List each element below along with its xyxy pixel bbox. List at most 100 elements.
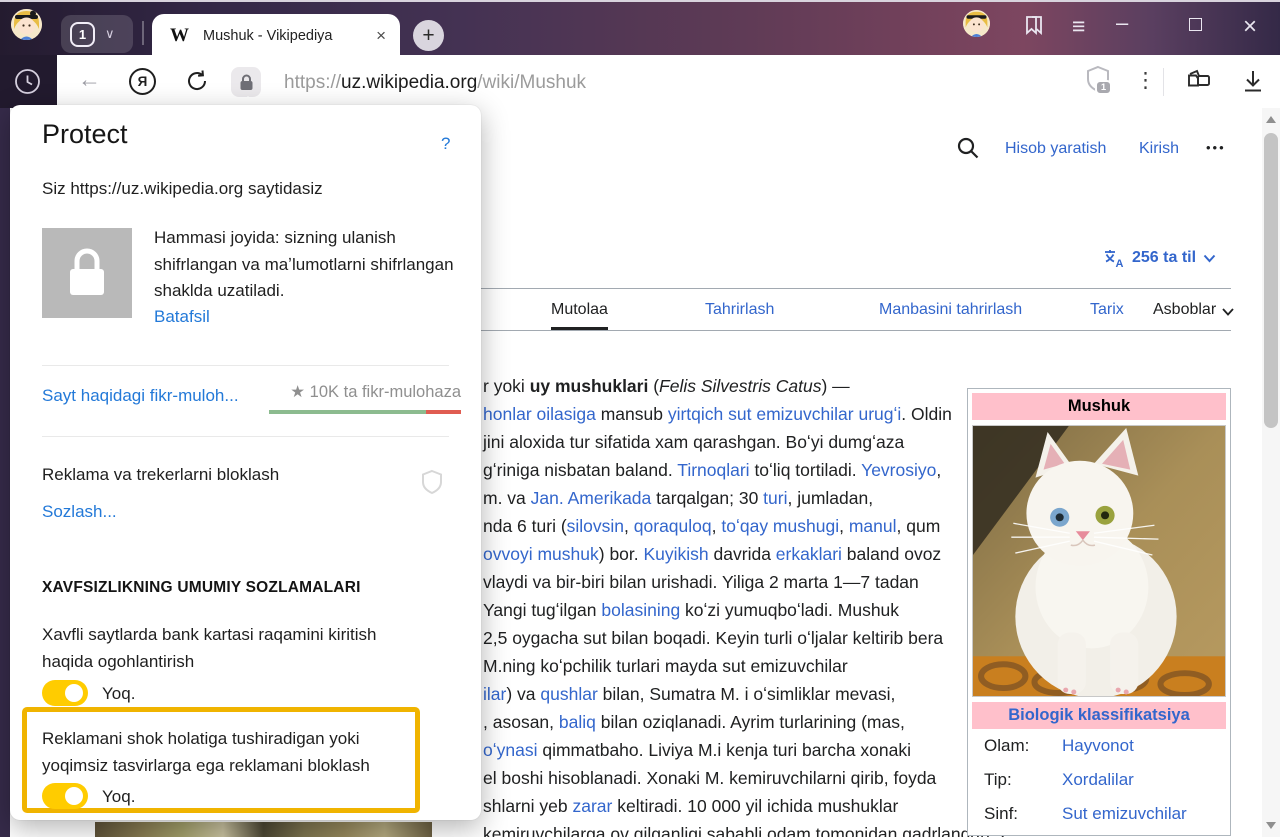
toolbar-more-icon[interactable]: ⋮ (1135, 68, 1156, 93)
article-line: , asosan, baliq bilan oziqlanadi. Ayrim … (483, 708, 1010, 736)
article-link[interactable]: silovsin (567, 516, 624, 536)
article-text: ) va (506, 684, 540, 704)
bankcard-toggle[interactable] (42, 680, 88, 706)
bankcard-setting-label: Xavfli saytlarda bank kartasi raqamini k… (42, 621, 376, 675)
back-icon[interactable]: ← (78, 66, 101, 93)
article-link[interactable]: qushlar (540, 684, 597, 704)
login-link[interactable]: Kirish (1139, 140, 1179, 158)
article-link[interactable]: zarar (573, 796, 613, 816)
details-link[interactable]: Batafsil (154, 307, 210, 327)
site-feedback-link[interactable]: Sayt haqidagi fikr-muloh... (42, 386, 239, 406)
tab-tools[interactable]: Asboblar (1153, 301, 1216, 319)
scroll-up-arrow-icon[interactable] (1266, 116, 1276, 123)
article-text: qimmatbaho. Liviya M.i kenja turi barcha… (537, 740, 911, 760)
shockads-toggle[interactable] (42, 783, 88, 809)
article-line: jini aloxida tur sifatida xam qarashgan.… (483, 428, 1010, 456)
adblock-shield-icon (420, 469, 444, 495)
article-line: r yoki uy mushuklari (Felis Silvestris C… (483, 372, 1010, 400)
article-line: M.ning koʻpchilik turlari mayda sut emiz… (483, 652, 1010, 680)
article-line: nda 6 turi (silovsin, qoraquloq, toʻqay … (483, 512, 1010, 540)
article-text: , qum (897, 516, 941, 536)
scrollbar-thumb[interactable] (1264, 133, 1278, 428)
tax-value-link[interactable]: Hayvonot (1062, 736, 1134, 756)
language-selector[interactable]: A 256 ta til (1103, 248, 1216, 268)
rating-negative-bar (426, 410, 461, 414)
site-lock-icon[interactable] (231, 67, 261, 97)
profile-avatar[interactable] (11, 9, 42, 40)
article-text: baland ovoz (842, 544, 941, 564)
chevron-down-icon[interactable]: ∨ (105, 26, 115, 42)
tabstrip-divider (142, 21, 144, 45)
address-url[interactable]: https://uz.wikipedia.org/wiki/Mushuk (284, 72, 586, 94)
refresh-icon[interactable] (184, 68, 210, 99)
tax-value-link[interactable]: Xordalilar (1062, 770, 1134, 790)
article-text: uy mushuklari (530, 376, 649, 396)
article-link[interactable]: ilar (483, 684, 506, 704)
cat-photo (972, 425, 1226, 697)
article-link[interactable]: manul (849, 516, 897, 536)
article-link[interactable]: honlar oilasiga (483, 404, 596, 424)
article-link[interactable]: Jan. Amerikada (531, 488, 652, 508)
article-link[interactable]: bolasining (601, 600, 680, 620)
article-text: M.ning koʻpchilik turlari mayda sut emiz… (483, 656, 848, 676)
tab-read[interactable]: Mutolaa (551, 301, 608, 319)
article-text: davrida (709, 544, 776, 564)
article-link[interactable]: yirtqich sut emizuvchilar urugʻi (668, 404, 901, 424)
maximize-button[interactable] (1189, 18, 1202, 31)
article-text: , (936, 460, 941, 480)
chevron-down-icon[interactable] (1222, 308, 1234, 316)
article-text: toʻliq tortiladi. (750, 460, 862, 480)
collections-icon[interactable] (1185, 67, 1213, 100)
active-tab[interactable]: W Mushuk - Vikipediya × (152, 14, 400, 57)
article-link[interactable]: baliq (559, 712, 596, 732)
adblock-configure-link[interactable]: Sozlash... (42, 502, 117, 522)
lock-icon (65, 247, 109, 299)
article-text: r yoki (483, 376, 530, 396)
tab-counter[interactable]: 1 ∨ (61, 15, 133, 53)
article-text: 2,5 oygacha sut bilan boqadi. Keyin turl… (483, 628, 943, 648)
scroll-down-arrow-icon[interactable] (1266, 822, 1276, 829)
tab-edit-source[interactable]: Manbasini tahrirlash (879, 301, 1022, 319)
protect-shield-icon[interactable]: 1 (1085, 65, 1111, 98)
divider (42, 365, 449, 366)
article-link[interactable]: Yevrosiyo (861, 460, 936, 480)
article-link[interactable]: turi (763, 488, 787, 508)
bankcard-toggle-state: Yoq. (102, 684, 135, 704)
personal-tools-menu-icon[interactable]: ••• (1206, 140, 1226, 155)
browser-menu-icon[interactable]: ≡ (1072, 13, 1085, 40)
article-link[interactable]: ovvoyi mushuk (483, 544, 599, 564)
history-clock-icon[interactable] (14, 68, 41, 100)
url-host: uz.wikipedia.org (341, 72, 477, 93)
article-link[interactable]: Kuyikish (644, 544, 709, 564)
tab-history[interactable]: Tarix (1090, 301, 1124, 319)
article-text: m. va (483, 488, 531, 508)
search-icon[interactable] (956, 136, 980, 165)
tab-edit[interactable]: Tahrirlash (705, 301, 774, 319)
sync-avatar[interactable] (963, 10, 990, 37)
downloads-icon[interactable] (1241, 68, 1265, 99)
article-text: koʻzi yumuqboʻladi. Mushuk (680, 600, 899, 620)
protect-badge: 1 (1095, 80, 1112, 95)
article-link[interactable]: qoraquloq (634, 516, 712, 536)
article-line: Yangi tugʻilgan bolasining koʻzi yumuqbo… (483, 596, 1010, 624)
shockads-toggle-state: Yoq. (102, 787, 135, 807)
close-window-button[interactable]: × (1243, 13, 1257, 41)
article-line: 2,5 oygacha sut bilan boqadi. Keyin turl… (483, 624, 1010, 652)
create-account-link[interactable]: Hisob yaratish (1005, 140, 1106, 158)
article-text: mansub (596, 404, 668, 424)
article-text: , (839, 516, 849, 536)
article-link[interactable]: erkaklari (776, 544, 842, 564)
article-link[interactable]: toʻqay mushugi (721, 516, 839, 536)
yandex-home-icon[interactable]: Я (129, 68, 156, 95)
article-link[interactable]: oʻynasi (483, 740, 537, 760)
tax-value-link[interactable]: Sut emizuvchilar (1062, 804, 1187, 824)
minimize-button[interactable]: – (1116, 10, 1128, 36)
help-link[interactable]: ? (441, 134, 450, 154)
bookmarks-icon[interactable] (1022, 13, 1046, 42)
article-link[interactable]: Tirnoqlari (677, 460, 749, 480)
site-status-line: Siz https://uz.wikipedia.org saytidasiz (42, 179, 323, 199)
new-tab-button[interactable]: + (413, 20, 444, 51)
tab-close-icon[interactable]: × (376, 26, 386, 46)
article-line: gʻriniga nisbatan baland. Tirnoqlari toʻ… (483, 456, 1010, 484)
tax-label: Olam: (984, 736, 1062, 756)
